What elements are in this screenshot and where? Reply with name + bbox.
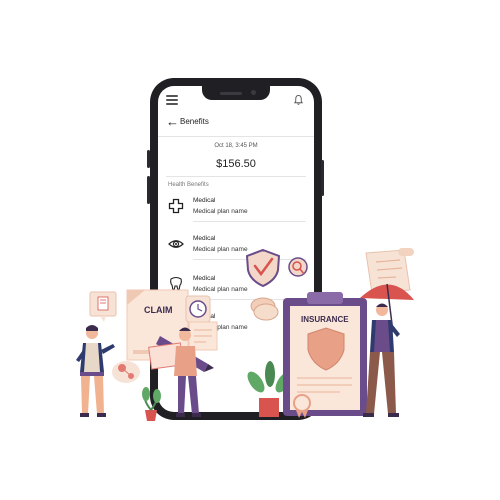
- notepad-icon: [188, 321, 218, 351]
- magnifier-icon: [288, 257, 308, 277]
- document-bubble-icon: [89, 291, 117, 322]
- bubble-icon: [112, 361, 140, 383]
- illustration-scene: ← Benefits Oct 18, 3:45 PM $156.50 Healt…: [0, 0, 500, 500]
- man-left-figure: [76, 325, 115, 417]
- foreground-illustration: CLAIM INSURANCE: [76, 248, 414, 421]
- claim-label: CLAIM: [144, 305, 173, 315]
- shield-check-icon: [245, 248, 281, 288]
- insurance-label: INSURANCE: [301, 315, 349, 324]
- coins-icon: [250, 297, 279, 321]
- clock-icon: [185, 295, 211, 323]
- plant-left-icon: [142, 387, 161, 421]
- insurance-clipboard: [283, 292, 367, 418]
- man-right-figure: [360, 283, 414, 417]
